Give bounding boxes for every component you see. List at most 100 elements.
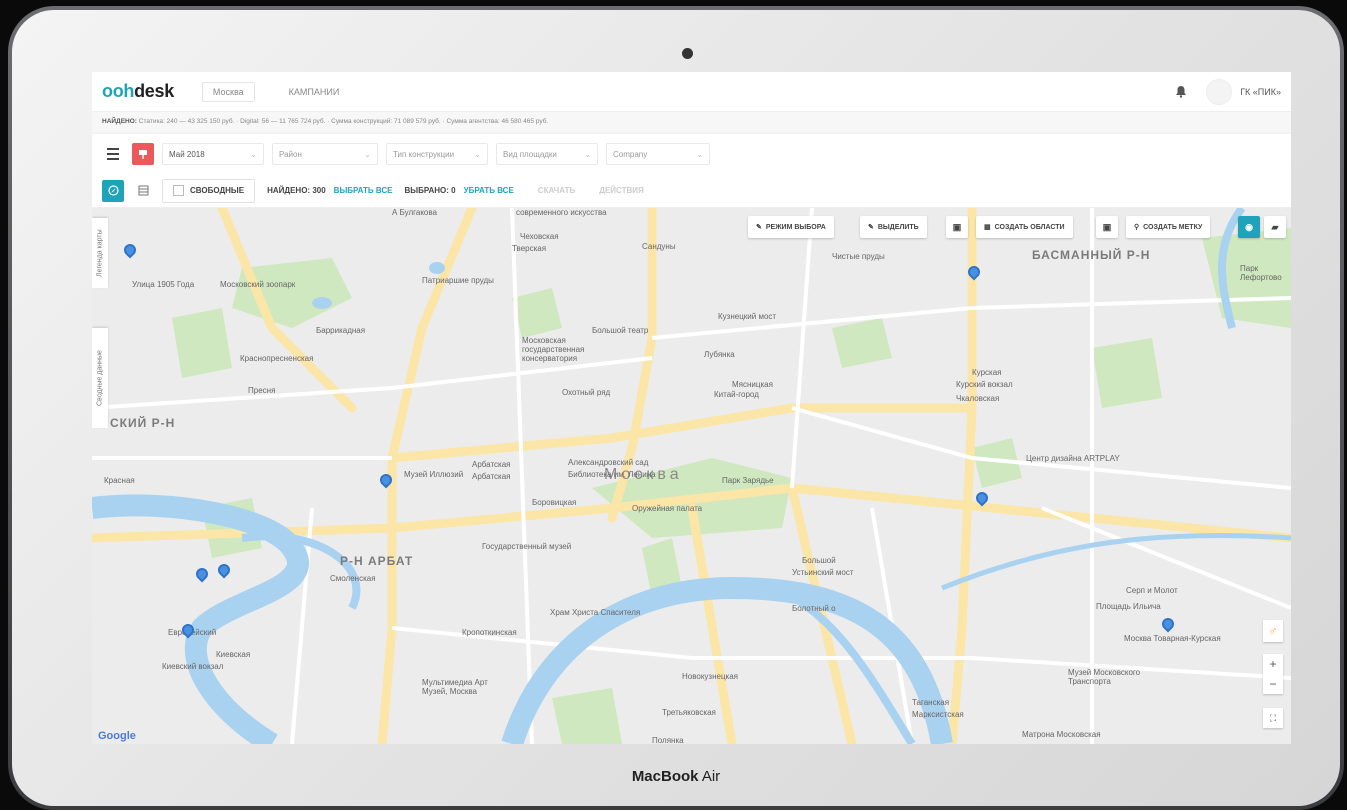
map-label: Устьинский мост	[792, 568, 854, 577]
city-tab[interactable]: Москва	[201, 81, 255, 102]
map-label: Охотный ряд	[562, 388, 611, 397]
summary-text: Статика: 240 — 43 325 150 руб. · Digital…	[138, 118, 549, 125]
laptop-bezel: oohdesk Москва КАМПАНИИ ГК «ПИК» НАЙДЕНО…	[12, 10, 1340, 806]
map-label: Арбатская	[472, 460, 511, 469]
surface-type-select[interactable]: Вид площадки ⌄	[496, 143, 598, 165]
fullscreen-icon[interactable]: ⛶	[1263, 708, 1283, 728]
filter-row: Май 2018 ⌄ Район ⌄ Тип конструкции ⌄ Вид пл…	[92, 134, 1291, 174]
map-label: Боровицкая	[532, 498, 577, 507]
map-label: Государственный музей	[482, 542, 572, 551]
free-checkbox[interactable]: СВОБОДНЫЕ	[162, 178, 256, 203]
map-label: Музей Иллюзий	[404, 470, 464, 479]
compass-icon	[107, 185, 119, 196]
company-select[interactable]: Company ⌄	[606, 143, 710, 165]
map-label: Чистые пруды	[832, 252, 885, 261]
camera-icon	[682, 48, 693, 59]
menu-icon[interactable]	[102, 143, 124, 165]
actions-button[interactable]: ДЕЙСТВИЯ	[599, 186, 644, 195]
month-select[interactable]: Май 2018 ⌄	[162, 143, 264, 165]
map-label: Александровский сад	[568, 458, 649, 467]
construction-type-value: Тип конструкции	[393, 149, 455, 159]
zoom-out-button[interactable]: −	[1269, 677, 1276, 691]
map-label: Киевский вокзал	[162, 662, 224, 671]
save-areas-button[interactable]: ▣	[946, 216, 968, 238]
street-view-icon[interactable]: ♂	[1263, 620, 1283, 642]
map-label: современного искусства	[516, 208, 607, 217]
map-label: А Булгакова	[392, 208, 437, 217]
select-mode-label: РЕЖИМ ВЫБОРА	[765, 223, 826, 231]
map-label: Центр дизайна ARTPLAY	[1026, 454, 1120, 463]
map-label: Музей Московского Транспорта	[1068, 668, 1141, 686]
view-toggle-button[interactable]: ◉	[1238, 216, 1260, 238]
truck-button[interactable]: ▰	[1264, 216, 1286, 238]
summary-bar: НАЙДЕНО: Статика: 240 — 43 325 150 руб. …	[92, 112, 1291, 132]
action-row: СВОБОДНЫЕ НАЙДЕНО: 300 ВЫБРАТЬ ВСЕ ВЫБРА…	[92, 174, 1291, 208]
map-label: Площадь Ильича	[1096, 602, 1161, 611]
remove-all-link[interactable]: УБРАТЬ ВСЕ	[464, 186, 514, 195]
avatar[interactable]	[1206, 78, 1233, 105]
legend-tab[interactable]: Легенда карты	[92, 218, 108, 288]
download-button[interactable]: СКАЧАТЬ	[538, 186, 575, 195]
create-marker-button[interactable]: ⚲ СОЗДАТЬ МЕТКУ	[1126, 216, 1211, 238]
logo-ooh: ooh	[102, 81, 135, 101]
district-label-basmanny: БАСМАННЫЙ Р-Н	[1032, 248, 1151, 262]
free-checkbox-label: СВОБОДНЫЕ	[190, 186, 245, 195]
map-view-button[interactable]	[102, 179, 124, 202]
map-label: Полянка	[652, 736, 684, 744]
map-label: Тверская	[512, 244, 547, 253]
map-label: Улица 1905 Года	[132, 280, 195, 289]
map-label: Большой	[802, 556, 836, 565]
create-areas-button[interactable]: ▦ СОЗДАТЬ ОБЛАСТИ	[976, 216, 1073, 238]
construction-type-select[interactable]: Тип конструкции ⌄	[386, 143, 488, 165]
bell-icon[interactable]	[1174, 85, 1188, 99]
laptop-frame: oohdesk Москва КАМПАНИИ ГК «ПИК» НАЙДЕНО…	[8, 6, 1344, 810]
select-all-link[interactable]: ВЫБРАТЬ ВСЕ	[334, 186, 393, 195]
company-select-value: Company	[613, 149, 648, 159]
select-mode-button[interactable]: ✎ РЕЖИМ ВЫБОРА	[748, 216, 834, 238]
create-areas-label: СОЗДАТЬ ОБЛАСТИ	[994, 223, 1065, 231]
logo-desk: desk	[134, 81, 174, 101]
chevron-down-icon: ⌄	[584, 149, 591, 159]
highlight-button[interactable]: ✎ ВЫДЕЛИТЬ	[860, 216, 927, 238]
zoom-in-button[interactable]: +	[1269, 657, 1276, 671]
map-label: Китай-город	[714, 390, 759, 399]
map-label: Киевская	[216, 650, 251, 659]
billboard-icon[interactable]	[132, 143, 154, 165]
map-label: Оружейная палата	[632, 504, 703, 513]
map-label: Курский вокзал	[956, 380, 1013, 389]
district-select[interactable]: Район ⌄	[272, 143, 378, 165]
map-label: Москва Товарная-Курская	[1124, 634, 1221, 643]
map-label: Краснопресненская	[240, 354, 314, 363]
map-label: Мультимедиа Арт Музей, Москва	[422, 678, 488, 696]
summary-data-tab[interactable]: Сводные данные	[92, 328, 108, 428]
map-label: Новокузнецкая	[682, 672, 738, 681]
map-label: Кузнецкий мост	[718, 312, 777, 321]
eye-icon: ◉	[1245, 221, 1253, 232]
truck-icon: ▰	[1271, 221, 1279, 232]
map-label: Московский зоопарк	[220, 280, 296, 289]
marker-icon: ⚲	[1134, 224, 1140, 231]
device-brand: MacBook	[631, 768, 699, 785]
map-label: Смоленская	[330, 574, 376, 583]
company-name[interactable]: ГК «ПИК»	[1240, 87, 1281, 97]
map-label: Баррикадная	[316, 326, 366, 335]
campaigns-tab[interactable]: КАМПАНИИ	[279, 83, 350, 101]
logo[interactable]: oohdesk	[102, 81, 174, 102]
map-label: Пресня	[248, 386, 276, 395]
save-markers-button[interactable]: ▣	[1096, 216, 1118, 238]
floppy-icon: ▣	[952, 221, 962, 232]
chevron-down-icon: ⌄	[696, 149, 703, 159]
map-label: Кропоткинская	[462, 628, 517, 637]
map-label: Библиотека им. Ленина	[568, 470, 656, 479]
floppy-icon: ▣	[1102, 221, 1112, 232]
map[interactable]: Легенда карты Сводные данные ✎ РЕЖИМ ВЫБО…	[92, 208, 1291, 744]
pen-icon: ✎	[868, 224, 874, 231]
list-view-button[interactable]	[132, 180, 154, 202]
map-label: Серп и Молот	[1126, 586, 1178, 595]
map-label: Марксистская	[912, 710, 964, 719]
map-label: Таганская	[912, 698, 950, 707]
map-label: Матрона Московская	[1022, 730, 1101, 739]
chevron-down-icon: ⌄	[364, 149, 371, 159]
map-label: Парк Лефортово	[1240, 264, 1282, 282]
device-model: Air	[701, 768, 721, 785]
